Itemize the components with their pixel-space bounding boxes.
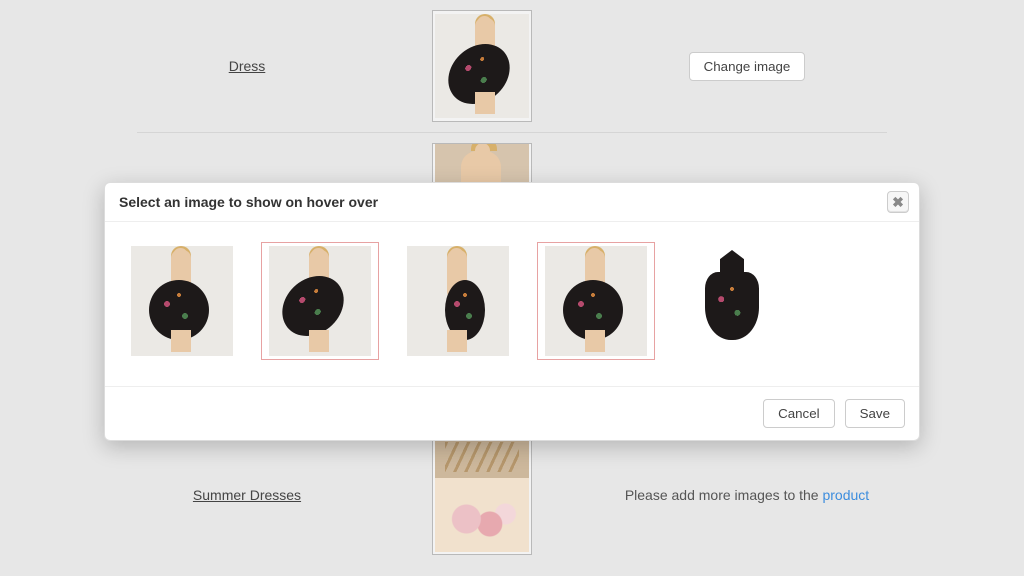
- dress-thumb: [545, 246, 647, 356]
- dialog-header: Select an image to show on hover over ✖: [105, 183, 919, 222]
- dress-thumb: [683, 246, 785, 356]
- dress-thumb: [131, 246, 233, 356]
- change-image-button[interactable]: Change image: [689, 52, 806, 81]
- category-row: Dress Change image: [137, 0, 887, 133]
- dress-thumb: [407, 246, 509, 356]
- hint-text: Please add more images to the product: [625, 487, 869, 503]
- dialog-body: [105, 222, 919, 386]
- category-row: Summer Dresses Please add more images to…: [137, 424, 887, 565]
- cancel-button[interactable]: Cancel: [763, 399, 835, 428]
- image-option-3[interactable]: [399, 242, 517, 360]
- dialog-footer: Cancel Save: [105, 386, 919, 440]
- category-thumbnail: [432, 435, 532, 555]
- image-option-5[interactable]: [675, 242, 793, 360]
- category-thumbnail: [432, 10, 532, 122]
- dialog-title: Select an image to show on hover over: [119, 194, 378, 210]
- dress-thumb: [269, 246, 371, 356]
- close-icon[interactable]: ✖: [887, 191, 909, 213]
- category-link-dress[interactable]: Dress: [229, 58, 266, 74]
- category-link-summer-dresses[interactable]: Summer Dresses: [193, 487, 301, 503]
- image-option-2[interactable]: [261, 242, 379, 360]
- hover-image-dialog: Select an image to show on hover over ✖ …: [104, 182, 920, 441]
- save-button[interactable]: Save: [845, 399, 905, 428]
- product-link[interactable]: product: [822, 487, 869, 503]
- image-option-1[interactable]: [123, 242, 241, 360]
- image-option-4[interactable]: [537, 242, 655, 360]
